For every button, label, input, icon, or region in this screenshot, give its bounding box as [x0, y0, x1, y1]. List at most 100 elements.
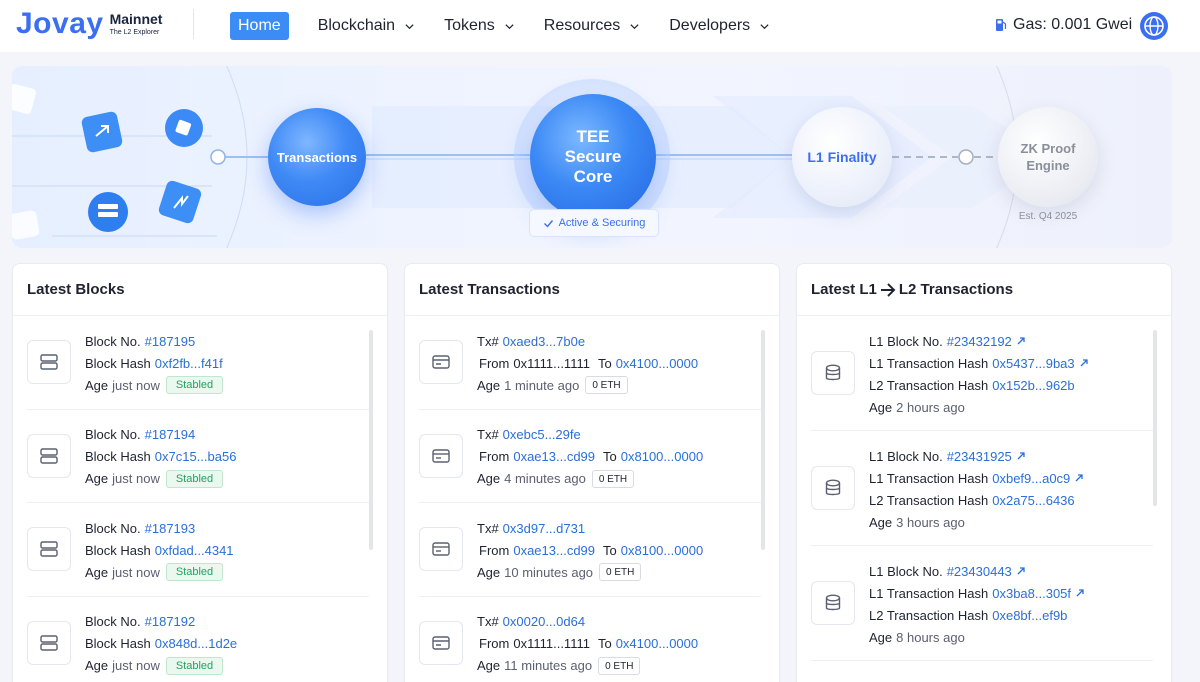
l1-age-line: Age 3 hours ago: [869, 513, 965, 531]
external-link-icon[interactable]: [1074, 473, 1084, 483]
tx-to-label: To: [597, 636, 612, 651]
l1-block-link[interactable]: #23432192: [947, 334, 1012, 349]
block-row[interactable]: Block No. #187193 Block Hash 0xfdad...4341…: [27, 503, 369, 597]
tx-age-label: Age: [477, 377, 501, 393]
tx-age-label: Age: [477, 471, 501, 486]
block-hash-label: Block Hash: [85, 449, 151, 464]
l1-block-link[interactable]: #23431925: [947, 449, 1012, 464]
l2-hash-link[interactable]: 0xe8bf...ef9b: [992, 608, 1067, 623]
status-badge: Stabled: [165, 656, 224, 675]
external-link-icon[interactable]: [1075, 588, 1085, 598]
tx-value-badge: 0 ETH: [598, 656, 641, 675]
scrollbar[interactable]: [1153, 330, 1157, 506]
gas-pump-icon: [996, 19, 1007, 31]
l2-hash-link[interactable]: 0x152b...962b: [992, 378, 1074, 393]
l1-l2-row[interactable]: L1 Block No. #23431925 L1 Transaction Has…: [811, 431, 1153, 546]
tx-from-address[interactable]: 0xae13...cd99: [513, 449, 595, 464]
top-header: Jovay Mainnet The L2 Explorer Home Block…: [0, 0, 1200, 52]
tx-hash-link[interactable]: 0x3d97...d731: [503, 521, 585, 536]
zk-label-line1: ZK Proof: [1020, 141, 1076, 156]
transactions-list: Tx# 0xaed3...7b0e From 0x1111...1111 To 0x41…: [419, 316, 761, 682]
transaction-row[interactable]: Tx# 0x0020...0d64 From 0x1111...1111 To 0x41…: [419, 597, 761, 682]
scrollbar[interactable]: [761, 330, 765, 550]
scrollbar[interactable]: [369, 330, 373, 550]
latest-transactions-panel: Latest Transactions Tx# 0xaed3...7b0e Fro…: [404, 263, 780, 682]
transaction-icon: [419, 620, 463, 665]
transaction-icon: [419, 433, 463, 478]
l1-l2-row[interactable]: L1 Block No. #23430443 L1 Transaction Has…: [811, 546, 1153, 661]
l1-block-link[interactable]: #23430443: [947, 564, 1012, 579]
logo-tagline: The L2 Explorer: [109, 28, 160, 36]
block-hash-line: Block Hash 0xfdad...4341: [85, 541, 234, 559]
block-age-label: Age: [85, 377, 109, 393]
nav-developers[interactable]: Developers: [669, 12, 770, 40]
block-number-link[interactable]: #187193: [145, 521, 196, 536]
l1-age-value: 2 hours ago: [896, 399, 965, 415]
block-hash-link[interactable]: 0x7c15...ba56: [155, 449, 237, 464]
block-row[interactable]: Block No. #187195 Block Hash 0xf2fb...f41f…: [27, 316, 369, 410]
external-link-icon[interactable]: [1016, 451, 1026, 461]
nav-tokens[interactable]: Tokens: [444, 12, 515, 40]
tx-value-badge: 0 ETH: [599, 563, 642, 581]
nav-resources[interactable]: Resources: [544, 12, 640, 40]
tx-hash-link[interactable]: 0xaed3...7b0e: [503, 334, 585, 349]
chevron-down-icon: [630, 23, 639, 29]
block-age-line: Age just now Stabled: [85, 656, 224, 675]
block-number-link[interactable]: #187195: [145, 334, 196, 349]
l1-hash-link[interactable]: 0xbef9...a0c9: [992, 471, 1070, 486]
site-logo[interactable]: Jovay Mainnet The L2 Explorer: [16, 9, 162, 39]
tx-to-label: To: [603, 449, 617, 464]
status-badge: Stabled: [165, 563, 224, 581]
tx-hash-link[interactable]: 0xebc5...29fe: [503, 427, 581, 442]
tx-from-label: From: [479, 542, 510, 558]
tx-from-to-line: From 0x1111...1111 To 0x4100...0000: [479, 354, 698, 372]
block-hash-link[interactable]: 0xfdad...4341: [155, 543, 234, 558]
transaction-row[interactable]: Tx# 0x3d97...d731 From 0xae13...cd99 To 0x81…: [419, 503, 761, 597]
stage-l1-finality-label: L1 Finality: [807, 149, 877, 165]
block-age-value: just now: [112, 564, 160, 580]
chevron-down-icon: [505, 23, 514, 29]
l1-age-label: Age: [869, 629, 893, 645]
block-icon: [27, 527, 71, 571]
l2-hash-link[interactable]: 0x2a75...6436: [992, 493, 1074, 508]
l1-block-label: L1 Block No.: [869, 563, 943, 579]
tx-hash-link[interactable]: 0x0020...0d64: [503, 614, 585, 629]
block-hash-link[interactable]: 0x848d...1d2e: [155, 636, 237, 651]
tx-to-address[interactable]: 0x8100...0000: [621, 449, 703, 464]
language-globe-icon[interactable]: [1140, 12, 1168, 40]
nav-blockchain[interactable]: Blockchain: [318, 12, 415, 40]
tx-from-address[interactable]: 0xae13...cd99: [513, 543, 595, 558]
zk-label-line2: Engine: [1026, 158, 1070, 173]
l1-l2-row[interactable]: L1 Block No. #23432192 L1 Transaction Has…: [811, 316, 1153, 431]
tx-hash-label: Tx#: [477, 614, 499, 629]
external-link-icon[interactable]: [1016, 566, 1026, 576]
tee-status-text: Active & Securing: [558, 217, 646, 229]
panel-title: Latest Blocks: [27, 281, 125, 298]
external-link-icon[interactable]: [1016, 336, 1026, 346]
block-number-link[interactable]: #187192: [145, 614, 196, 629]
transaction-row[interactable]: Tx# 0xebc5...29fe From 0xae13...cd99 To 0x81…: [419, 410, 761, 503]
nav-home[interactable]: Home: [230, 12, 289, 40]
tx-to-address[interactable]: 0x4100...0000: [616, 356, 698, 371]
block-hash-link[interactable]: 0xf2fb...f41f: [155, 356, 223, 371]
tx-hash-label: Tx#: [477, 520, 499, 536]
block-row[interactable]: Block No. #187192 Block Hash 0x848d...1d2e…: [27, 597, 369, 682]
stage-tee-secure-core: TEE Secure Core: [530, 94, 656, 220]
stage-transactions-label: Transactions: [276, 149, 358, 165]
block-number-link[interactable]: #187194: [145, 427, 196, 442]
block-row[interactable]: Block No. #187194 Block Hash 0x7c15...ba56…: [27, 410, 369, 503]
block-age-value: just now: [112, 658, 160, 673]
tx-to-address[interactable]: 0x8100...0000: [621, 543, 703, 558]
chevron-down-icon: [405, 23, 414, 29]
external-link-icon[interactable]: [1079, 358, 1089, 368]
block-number-label: Block No.: [85, 520, 141, 536]
block-number-label: Block No.: [85, 427, 141, 442]
tx-hash-label: Tx#: [477, 427, 499, 442]
stage-l1-finality: L1 Finality: [792, 107, 892, 207]
l1-hash-link[interactable]: 0x3ba8...305f: [992, 586, 1071, 601]
transaction-row[interactable]: Tx# 0xaed3...7b0e From 0x1111...1111 To 0x41…: [419, 316, 761, 410]
tx-to-address[interactable]: 0x4100...0000: [616, 636, 698, 651]
tx-from-address: 0x1111...1111: [513, 636, 590, 651]
l1-hash-link[interactable]: 0x5437...9ba3: [992, 356, 1074, 371]
nav-tokens-label: Tokens: [444, 17, 495, 34]
